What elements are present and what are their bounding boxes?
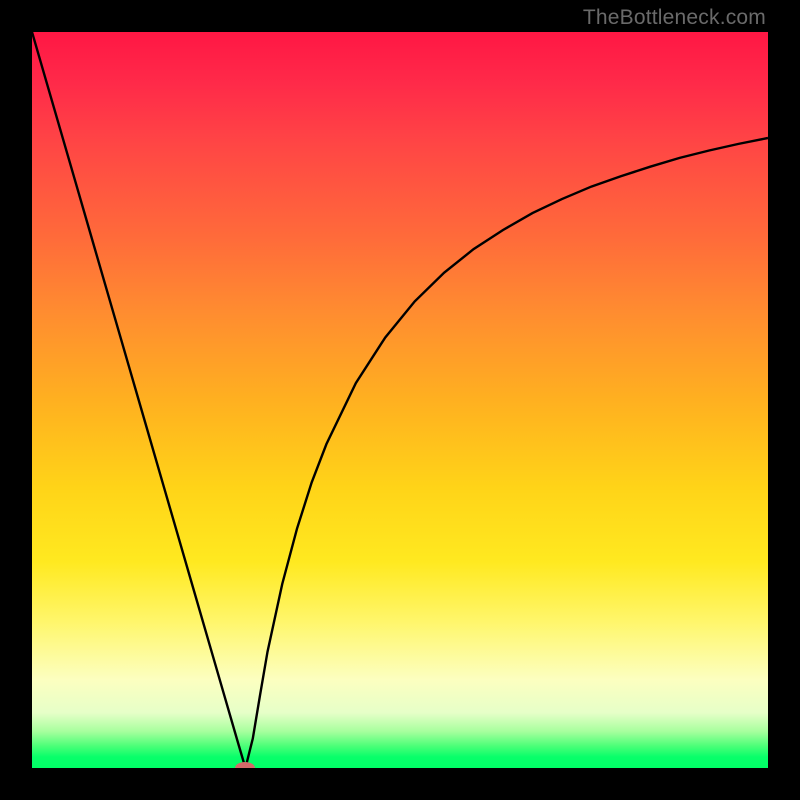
bottleneck-curve	[32, 32, 768, 768]
plot-area	[32, 32, 768, 768]
chart-frame: TheBottleneck.com	[0, 0, 800, 800]
optimum-marker	[235, 762, 255, 768]
watermark-text: TheBottleneck.com	[583, 6, 766, 30]
